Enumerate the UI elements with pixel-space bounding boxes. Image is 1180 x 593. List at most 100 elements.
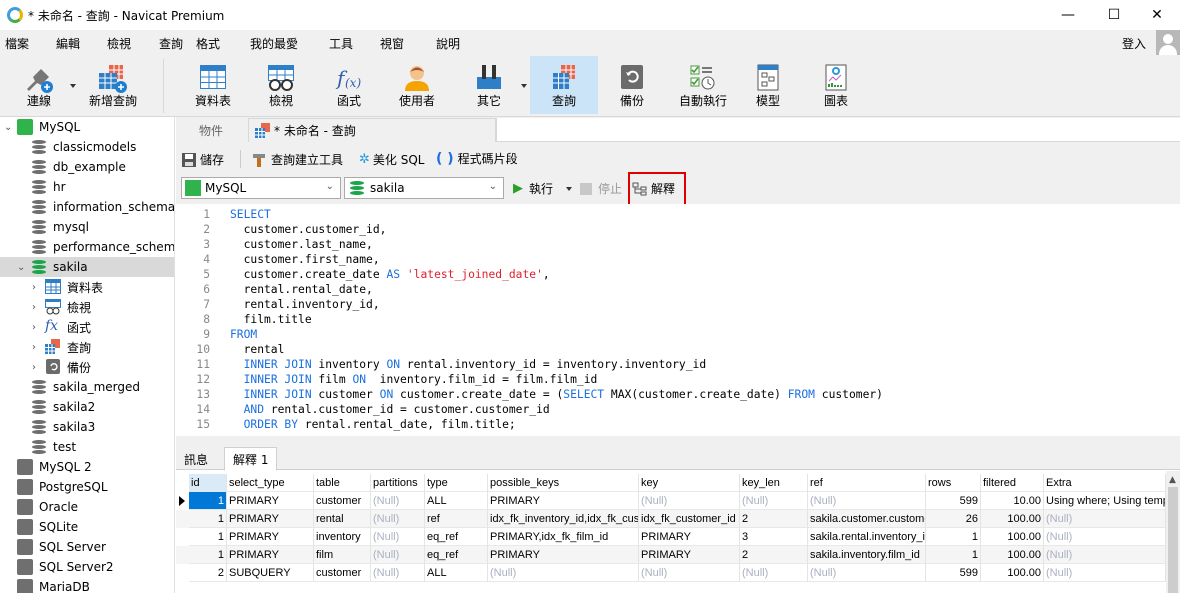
cell-id[interactable]: 1 [189, 510, 227, 528]
cell-type[interactable]: ALL [425, 564, 488, 582]
table-row[interactable]: 2 SUBQUERY customer (Null) ALL (Null) (Null) (N… [176, 564, 1166, 582]
column-header-id[interactable]: id [189, 474, 227, 492]
cell-id[interactable]: 1 [189, 546, 227, 564]
connection-select[interactable]: MySQL ⌄ [181, 177, 341, 199]
query-builder-button[interactable]: 查詢建立工具 [252, 151, 343, 168]
menu-view[interactable]: 檢視 [107, 35, 131, 52]
save-button[interactable]: 儲存 [182, 151, 224, 168]
cell-key[interactable]: (Null) [639, 564, 740, 582]
cell-extra[interactable]: (Null) [1044, 564, 1166, 582]
column-header-ref[interactable]: ref [808, 474, 926, 492]
cell-type[interactable]: ALL [425, 492, 488, 510]
cell-rows[interactable]: 1 [926, 528, 981, 546]
cell-ref[interactable]: sakila.rental.inventory_id [808, 528, 926, 546]
tree-sakila-queries[interactable]: › 查詢 [0, 337, 174, 357]
menu-query[interactable]: 查詢 [159, 35, 183, 52]
tree-sakila-backups[interactable]: › 備份 [0, 357, 174, 377]
cell-type[interactable]: ref [425, 510, 488, 528]
menu-tools[interactable]: 工具 [329, 35, 353, 52]
sql-editor[interactable]: 1 SELECT 2 customer.customer_id, 3 customer… [176, 204, 1180, 436]
tree-connection-oracle[interactable]: Oracle [0, 497, 174, 517]
chevron-right-icon[interactable]: › [32, 282, 36, 293]
cell-table[interactable]: customer [314, 492, 371, 510]
cell-ref[interactable]: sakila.customer.customer_id [808, 510, 926, 528]
tree-db-db-example[interactable]: db_example [0, 157, 174, 177]
cell-ref[interactable]: sakila.inventory.film_id [808, 546, 926, 564]
cell-key-len[interactable]: 2 [740, 510, 808, 528]
cell-filtered[interactable]: 10.00 [981, 492, 1044, 510]
cell-partitions[interactable]: (Null) [371, 510, 425, 528]
toolbar-chart-button[interactable]: 圖表 [808, 56, 864, 114]
cell-key-len[interactable]: 3 [740, 528, 808, 546]
cell-key[interactable]: idx_fk_customer_id [639, 510, 740, 528]
database-select[interactable]: sakila ⌄ [344, 177, 504, 199]
login-link[interactable]: 登入 [1122, 35, 1146, 52]
toolbar-connection-button[interactable]: 連線 [10, 56, 68, 114]
cell-rows[interactable]: 599 [926, 492, 981, 510]
column-header-extra[interactable]: Extra [1044, 474, 1166, 492]
code-snippet-button[interactable]: ( ) 程式碼片段 [436, 150, 518, 167]
cell-extra[interactable]: (Null) [1044, 528, 1166, 546]
minimize-button[interactable]: — [1045, 0, 1091, 30]
tree-db-sakila2[interactable]: sakila2 [0, 397, 174, 417]
run-dropdown-arrow-icon[interactable] [566, 187, 572, 191]
cell-type[interactable]: eq_ref [425, 528, 488, 546]
chevron-right-icon[interactable]: › [32, 322, 36, 333]
table-row[interactable]: 1 PRIMARY film (Null) eq_ref PRIMARY PRIMARY 2 s… [176, 546, 1166, 564]
column-header-possible-keys[interactable]: possible_keys [488, 474, 639, 492]
toolbar-query-button[interactable]: 查詢 [530, 56, 598, 114]
cell-partitions[interactable]: (Null) [371, 492, 425, 510]
cell-key-len[interactable]: 2 [740, 546, 808, 564]
cell-select-type[interactable]: PRIMARY [227, 528, 314, 546]
beautify-sql-button[interactable]: ✲ 美化 SQL [359, 151, 424, 168]
column-header-rows[interactable]: rows [926, 474, 981, 492]
menu-window[interactable]: 視窗 [380, 35, 404, 52]
cell-extra[interactable]: (Null) [1044, 510, 1166, 528]
tree-connection-postgresql[interactable]: PostgreSQL [0, 477, 174, 497]
splitter[interactable] [176, 436, 1180, 444]
cell-id[interactable]: 1 [189, 528, 227, 546]
cell-partitions[interactable]: (Null) [371, 564, 425, 582]
cell-ref[interactable]: (Null) [808, 492, 926, 510]
scroll-up-icon[interactable]: ▲ [1169, 475, 1176, 485]
cell-rows[interactable]: 1 [926, 546, 981, 564]
column-header-partitions[interactable]: partitions [371, 474, 425, 492]
cell-filtered[interactable]: 100.00 [981, 528, 1044, 546]
tree-sakila-tables[interactable]: › 資料表 [0, 277, 174, 297]
cell-filtered[interactable]: 100.00 [981, 510, 1044, 528]
cell-partitions[interactable]: (Null) [371, 528, 425, 546]
tree-connection-sqlserver[interactable]: SQL Server [0, 537, 174, 557]
table-row[interactable]: 1 PRIMARY rental (Null) ref idx_fk_inventory_… [176, 510, 1166, 528]
tree-db-mysql[interactable]: mysql [0, 217, 174, 237]
tree-db-information-schema[interactable]: information_schema [0, 197, 174, 217]
toolbar-automation-button[interactable]: 自動執行 [670, 56, 736, 114]
cell-rows[interactable]: 26 [926, 510, 981, 528]
toolbar-view-button[interactable]: 檢視 [253, 56, 309, 114]
cell-id[interactable]: 1 [189, 492, 227, 510]
column-header-select-type[interactable]: select_type [227, 474, 314, 492]
cell-extra[interactable]: Using where; Using temporary; Using file… [1044, 492, 1166, 510]
cell-id[interactable]: 2 [189, 564, 227, 582]
cell-key[interactable]: PRIMARY [639, 546, 740, 564]
cell-select-type[interactable]: SUBQUERY [227, 564, 314, 582]
column-header-key[interactable]: key [639, 474, 740, 492]
vertical-scrollbar[interactable]: ▲ [1166, 471, 1180, 593]
tab-explain-1[interactable]: 解釋 1 [224, 447, 278, 471]
table-row[interactable]: 1 PRIMARY customer (Null) ALL PRIMARY (Null) (N… [176, 492, 1166, 510]
tree-connection-mariadb[interactable]: MariaDB [0, 577, 174, 593]
toolbar-user-button[interactable]: 使用者 [389, 56, 445, 114]
toolbar-new-query-button[interactable]: 新增查詢 [80, 56, 146, 114]
tree-db-sakila-merged[interactable]: sakila_merged [0, 377, 174, 397]
cell-select-type[interactable]: PRIMARY [227, 546, 314, 564]
chevron-right-icon[interactable]: › [32, 342, 36, 353]
tree-db-hr[interactable]: hr [0, 177, 174, 197]
tree-db-test[interactable]: test [0, 437, 174, 457]
tree-connection-mysql[interactable]: ⌄ MySQL [0, 117, 174, 137]
tree-sakila-views[interactable]: › 檢視 [0, 297, 174, 317]
tree-connection-mysql2[interactable]: MySQL 2 [0, 457, 174, 477]
chevron-down-icon[interactable]: ⌄ [4, 122, 12, 133]
cell-possible-keys[interactable]: PRIMARY [488, 546, 639, 564]
run-button[interactable]: ▶ 執行 [513, 180, 553, 197]
menu-edit[interactable]: 編輯 [56, 35, 80, 52]
menu-help[interactable]: 說明 [436, 35, 460, 52]
